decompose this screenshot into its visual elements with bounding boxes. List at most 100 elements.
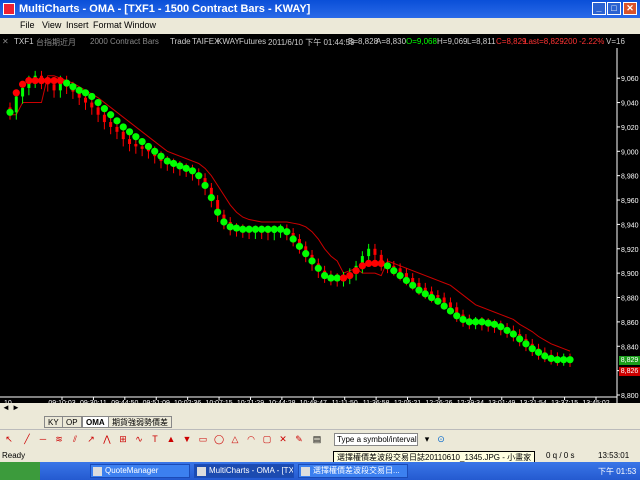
- signal-dot: [125, 128, 134, 136]
- taskbar: QuoteManager MultiCharts - OMA - [TX... …: [0, 462, 640, 480]
- rounded-rect-icon[interactable]: ▢: [262, 434, 272, 444]
- tab-scroll-right-icon[interactable]: ►: [12, 403, 20, 412]
- signal-dot: [409, 281, 417, 289]
- candle-body: [21, 87, 25, 97]
- signal-dot: [327, 274, 335, 282]
- y-tick-label: 8,800: [621, 393, 639, 400]
- signal-dot: [358, 262, 366, 270]
- candle-body: [96, 107, 100, 115]
- app-icon[interactable]: [3, 3, 15, 15]
- delete-drawing-icon[interactable]: ✕: [278, 434, 288, 444]
- menu-view[interactable]: View: [42, 20, 61, 30]
- info-last: Last=8,829: [524, 37, 564, 46]
- candle-body: [84, 97, 88, 103]
- chart-info-bar: ✕ TXF1 台指期近月 2000 Contract Bars Trade TA…: [0, 34, 640, 48]
- signal-dot: [346, 271, 354, 280]
- taskbar-clock: 下午 01:53: [598, 467, 637, 476]
- signal-dot: [220, 218, 228, 226]
- menu-file[interactable]: File: [20, 20, 35, 30]
- menu-insert[interactable]: Insert: [66, 20, 89, 30]
- trend-tool-icon[interactable]: ↗: [86, 434, 96, 444]
- arc-tool-icon[interactable]: ◠: [246, 434, 256, 444]
- signal-dot: [365, 259, 373, 267]
- task-quotemanager[interactable]: QuoteManager: [90, 464, 190, 478]
- signal-dot: [75, 86, 83, 94]
- cycle-tool-icon[interactable]: ∿: [134, 434, 144, 444]
- signal-dot: [6, 108, 14, 116]
- signal-dot: [534, 348, 543, 356]
- maximize-button[interactable]: □: [607, 2, 621, 15]
- signal-dot: [245, 225, 253, 233]
- rectangle-tool-icon[interactable]: ▭: [198, 434, 208, 444]
- triangle-tool-icon[interactable]: △: [230, 434, 240, 444]
- y-tick-label: 9,060: [621, 76, 639, 83]
- pencil-icon[interactable]: ✎: [294, 434, 304, 444]
- tab-ky[interactable]: KY: [44, 416, 63, 428]
- signal-dot: [119, 123, 127, 131]
- signal-dot: [50, 77, 58, 85]
- signal-dot: [427, 293, 436, 302]
- tab-op[interactable]: OP: [62, 416, 82, 428]
- fan-tool-icon[interactable]: ⋀: [102, 434, 112, 444]
- signal-dot: [509, 330, 517, 338]
- signal-dot: [541, 352, 549, 360]
- candle-body: [140, 146, 144, 149]
- candle-body: [52, 84, 56, 91]
- line-tool-icon[interactable]: ╱: [22, 434, 32, 444]
- signal-dot: [138, 137, 146, 146]
- minimize-button[interactable]: _: [592, 2, 606, 15]
- signal-dot: [264, 225, 272, 233]
- ellipse-tool-icon[interactable]: ◯: [214, 434, 224, 444]
- candle-body: [373, 248, 377, 255]
- tab-futures-spread[interactable]: 期貨強弱勢價差: [108, 416, 172, 428]
- gann-tool-icon[interactable]: ⊞: [118, 434, 128, 444]
- signal-dot: [308, 257, 316, 265]
- info-datetime: 2011/6/10 下午 01:44:59: [268, 38, 355, 47]
- menu-format[interactable]: Format: [93, 20, 122, 30]
- y-tick-label: 8,840: [621, 344, 639, 351]
- signal-dot: [339, 274, 348, 282]
- signal-dot: [289, 235, 297, 243]
- start-button[interactable]: [0, 462, 40, 480]
- candle-body: [90, 102, 94, 108]
- text-tool-icon[interactable]: T: [150, 434, 160, 444]
- cursor-icon[interactable]: ↖: [4, 434, 14, 444]
- chart-props-icon[interactable]: ▤: [312, 434, 322, 444]
- dropdown-icon[interactable]: ▾: [422, 434, 432, 444]
- task-paint[interactable]: 選擇權價差波段交易日...: [298, 464, 408, 478]
- arrow-up-icon[interactable]: ▲: [166, 434, 176, 444]
- price-chart[interactable]: 9,060 9,040 9,020 9,000 8,980 8,960 8,940 8,920…: [0, 48, 640, 407]
- close-button[interactable]: ✕: [623, 2, 637, 15]
- quotemanager-icon: [93, 467, 102, 476]
- chart-canvas[interactable]: 9,060 9,040 9,020 9,000 8,980 8,960 8,940 8,920…: [0, 48, 640, 407]
- symbol-input[interactable]: Type a symbol/interval: [334, 433, 418, 446]
- signal-dot: [113, 117, 121, 125]
- tab-oma[interactable]: OMA: [82, 416, 109, 428]
- menu-window[interactable]: Window: [124, 20, 156, 30]
- arrow-down-icon[interactable]: ▼: [182, 434, 192, 444]
- candle-body: [134, 143, 138, 147]
- tab-scroll-left-icon[interactable]: ◄: [2, 403, 10, 412]
- drawing-toolbar: ↖ ╱ ─ ≋ ⫽ ↗ ⋀ ⊞ ∿ T ▲ ▼ ▭ ◯ △ ◠ ▢ ✕ ✎ ▤ …: [0, 429, 640, 449]
- signal-dot: [321, 271, 329, 280]
- y-tick-label: 8,860: [621, 320, 639, 327]
- signal-dot: [371, 259, 379, 267]
- workspace-tab-bar: ◄ ► KY OP OMA 期貨強弱勢價差: [0, 403, 640, 429]
- candle-body: [367, 248, 371, 257]
- y-tick-label: 9,020: [621, 125, 639, 132]
- signal-dot: [402, 276, 411, 285]
- channel-tool-icon[interactable]: ⫽: [70, 434, 80, 444]
- network-icon[interactable]: ⊙: [436, 434, 446, 444]
- signal-dot: [88, 92, 96, 101]
- info-name: 台指期近月: [36, 38, 76, 47]
- horizontal-line-icon[interactable]: ─: [38, 434, 48, 444]
- signal-dot: [226, 223, 234, 231]
- fib-tool-icon[interactable]: ≋: [54, 434, 64, 444]
- close-chart-icon[interactable]: ✕: [2, 37, 9, 46]
- info-data-source: KWAY: [217, 37, 240, 46]
- signal-dot: [12, 89, 20, 97]
- signal-dot: [132, 133, 140, 141]
- task-multicharts[interactable]: MultiCharts - OMA - [TX...: [194, 464, 294, 478]
- info-open: O=9,068: [406, 37, 437, 46]
- signal-dot: [302, 250, 310, 258]
